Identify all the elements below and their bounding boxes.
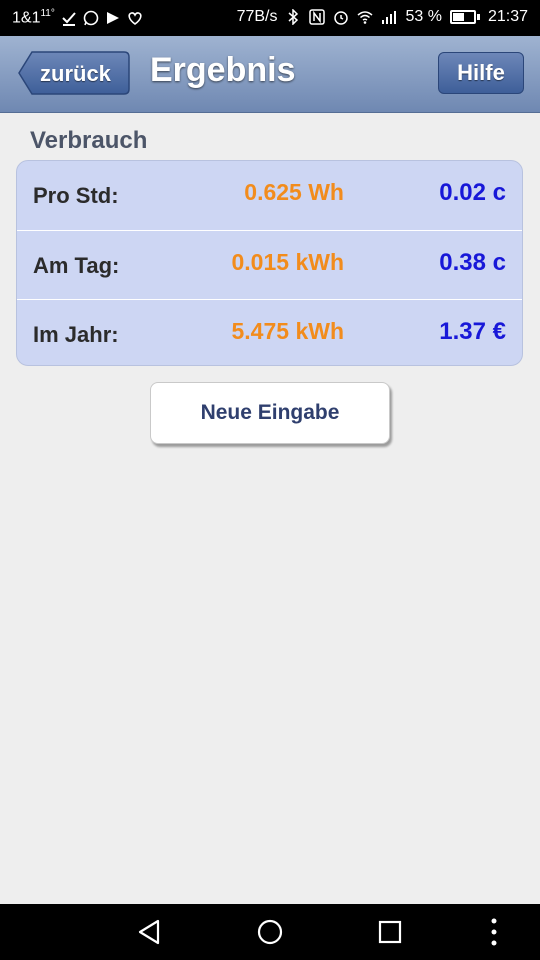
result-cost: 0.02 c <box>439 179 506 206</box>
app-header: zurück Ergebnis Hilfe <box>0 36 540 113</box>
new-entry-button[interactable]: Neue Eingabe <box>150 382 390 444</box>
section-title: Verbrauch <box>30 127 148 154</box>
more-icon[interactable] <box>478 916 510 948</box>
status-bar-right: 77B/s 53 % 21:37 <box>237 8 528 26</box>
carrier-superscript: 11° <box>40 8 55 19</box>
back-icon[interactable] <box>134 916 166 948</box>
status-bar-left: 1&111° <box>12 8 143 27</box>
result-row: Im Jahr: 5.475 kWh 1.37 € <box>17 299 522 365</box>
message-icon <box>106 11 119 24</box>
result-energy: 5.475 kWh <box>231 318 345 344</box>
heart-icon <box>128 11 142 25</box>
result-cost: 1.37 € <box>439 318 506 345</box>
nfc-icon <box>309 9 326 25</box>
back-button-label: zurück <box>40 61 111 86</box>
help-button[interactable]: Hilfe <box>438 52 524 94</box>
battery-percent: 53 % <box>405 8 442 25</box>
result-cost: 0.38 c <box>439 249 506 276</box>
whatsapp-icon <box>83 10 99 25</box>
status-bar: 1&111° 77B/s 53 % 21:37 <box>0 0 540 36</box>
result-energy: 0.015 kWh <box>231 249 345 275</box>
check-icon <box>62 11 76 26</box>
clock: 21:37 <box>487 8 528 25</box>
navigation-bar <box>0 904 540 960</box>
battery-icon <box>449 10 480 24</box>
alarm-icon <box>334 11 349 25</box>
result-label: Pro Std: <box>33 183 119 208</box>
carrier-label: 1&111° <box>12 8 55 27</box>
result-label: Im Jahr: <box>33 322 119 347</box>
home-icon[interactable] <box>254 916 286 948</box>
bluetooth-icon <box>288 9 299 25</box>
network-speed: 77B/s <box>236 8 278 25</box>
result-row: Pro Std: 0.625 Wh 0.02 c <box>17 161 522 229</box>
result-label: Am Tag: <box>33 253 120 278</box>
result-row: Am Tag: 0.015 kWh 0.38 c <box>17 230 522 299</box>
back-button[interactable]: zurück <box>18 51 130 95</box>
recents-icon[interactable] <box>374 916 406 948</box>
signal-icon <box>382 11 397 24</box>
wifi-icon <box>357 11 373 24</box>
result-energy: 0.625 Wh <box>244 179 344 205</box>
result-table: Pro Std: 0.625 Wh 0.02 c Am Tag: 0.015 k… <box>16 160 523 366</box>
page-title: Ergebnis <box>150 51 296 89</box>
